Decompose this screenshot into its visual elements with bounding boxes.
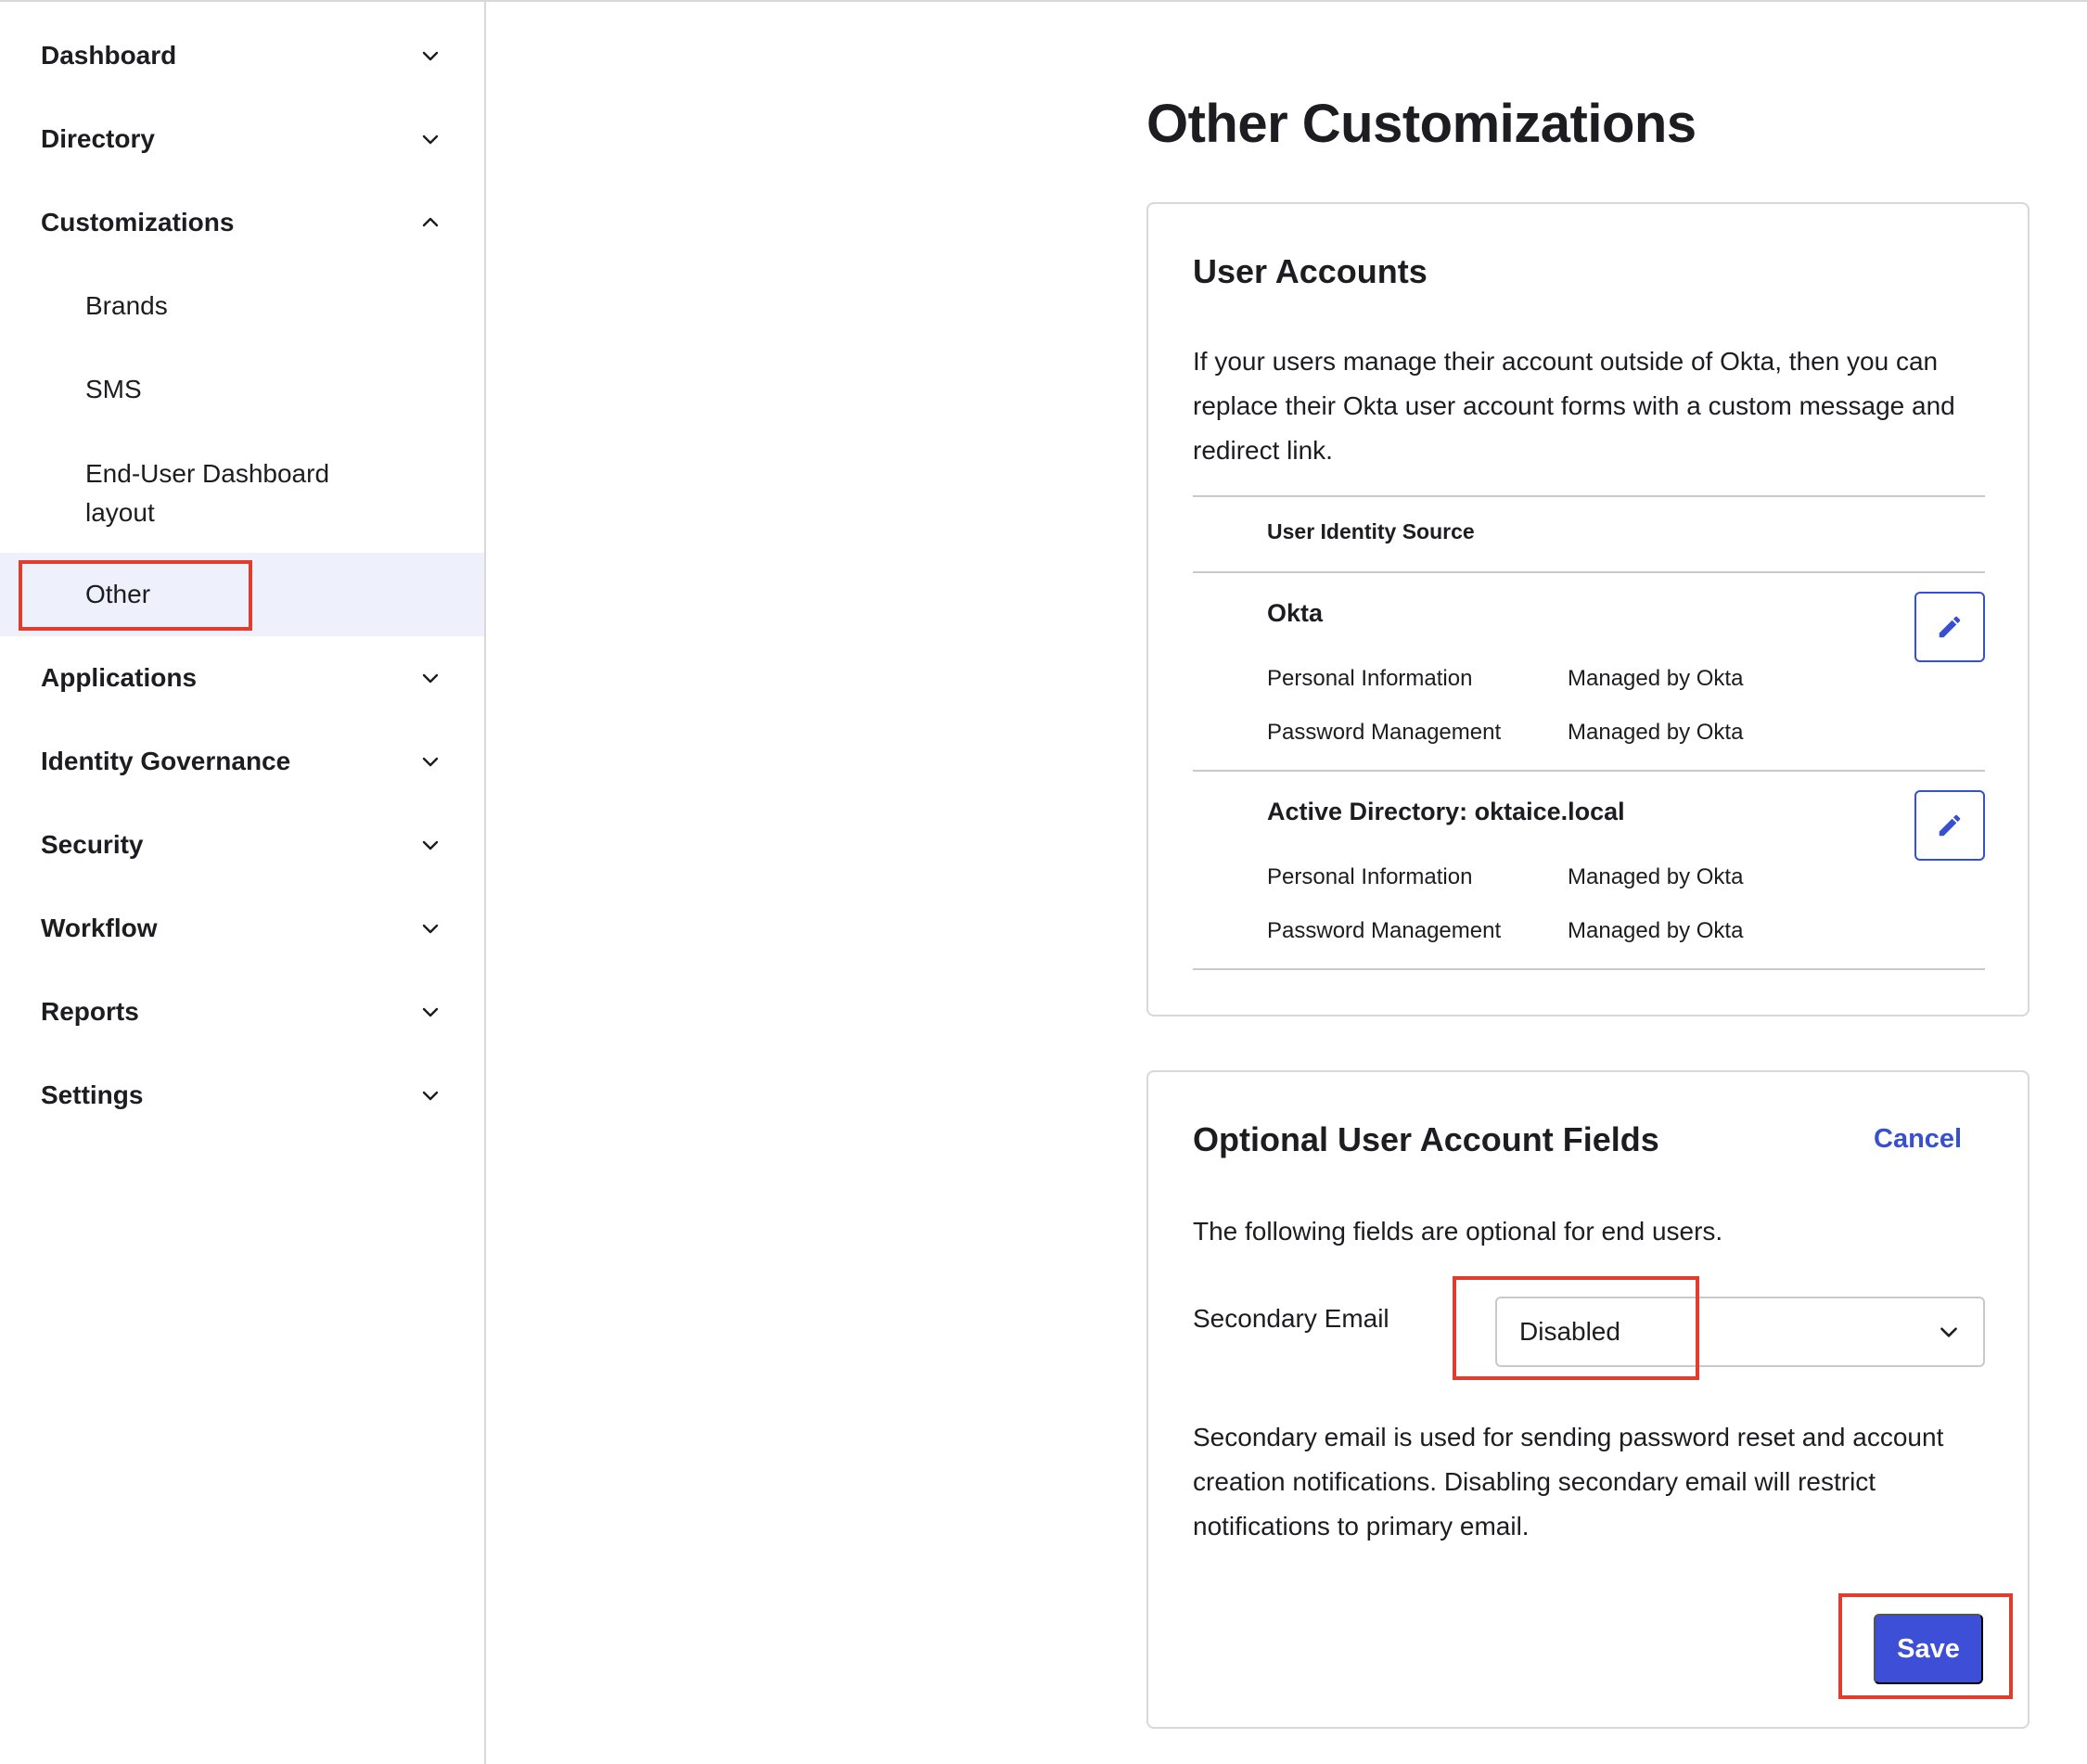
chevron-down-icon: [417, 748, 443, 774]
chevron-up-icon: [417, 210, 443, 236]
sidebar-item-label: Workflow: [41, 914, 158, 942]
sidebar-subitem-label: Other: [85, 580, 151, 608]
sidebar-subitem-other[interactable]: Other: [0, 553, 484, 636]
row-key: Password Management: [1267, 720, 1502, 745]
cancel-button[interactable]: Cancel: [1874, 1124, 1962, 1155]
sidebar-item-label: Dashboard: [41, 41, 177, 70]
sidebar-subitem-sms[interactable]: SMS: [0, 348, 484, 431]
row-key: Personal Information: [1267, 666, 1473, 691]
secondary-email-select[interactable]: Disabled: [1495, 1297, 1985, 1367]
optional-fields-card: Optional User Account Fields Cancel The …: [1146, 1070, 2029, 1729]
save-button[interactable]: Save: [1874, 1614, 1983, 1684]
row-value: Managed by Okta: [1568, 864, 1744, 889]
sidebar-item-workflow[interactable]: Workflow: [0, 887, 484, 970]
pencil-icon: [1939, 616, 1961, 638]
edit-okta-button[interactable]: [1914, 592, 1985, 662]
table-header: User Identity Source: [1267, 519, 1475, 543]
chevron-down-icon: [417, 915, 443, 941]
row-value: Managed by Okta: [1568, 918, 1744, 943]
sidebar: Dashboard Directory Customizations Brand…: [0, 2, 486, 1764]
secondary-email-label: Secondary Email: [1193, 1304, 1389, 1333]
page-title: Other Customizations: [1146, 94, 1696, 154]
sidebar-item-customizations[interactable]: Customizations: [0, 181, 484, 264]
chevron-down-icon: [417, 832, 443, 858]
identity-source-name: Active Directory: oktaice.local: [1267, 798, 1625, 825]
sidebar-subitem-label: SMS: [85, 375, 142, 403]
sidebar-item-label: Security: [41, 830, 144, 859]
help-text: Secondary email is used for sending pass…: [1193, 1423, 1944, 1540]
divider: [1193, 571, 1985, 573]
sidebar-item-label: Reports: [41, 997, 139, 1026]
sidebar-subitem-brands[interactable]: Brands: [0, 264, 484, 348]
pencil-icon: [1939, 814, 1961, 837]
sidebar-item-label: Applications: [41, 663, 198, 692]
edit-active-directory-button[interactable]: [1914, 790, 1985, 861]
chevron-down-icon: [1940, 1327, 1957, 1337]
identity-source-name: Okta: [1267, 599, 1324, 627]
sidebar-item-reports[interactable]: Reports: [0, 970, 484, 1054]
chevron-down-icon: [417, 126, 443, 152]
sidebar-item-label: Identity Governance: [41, 747, 291, 775]
row-value: Managed by Okta: [1568, 666, 1744, 691]
sidebar-item-label: Directory: [41, 124, 155, 153]
sidebar-item-label: Customizations: [41, 208, 235, 236]
divider: [1193, 968, 1985, 970]
divider: [1193, 495, 1985, 497]
row-key: Password Management: [1267, 918, 1502, 943]
card-title: Optional User Account Fields: [1193, 1120, 1659, 1158]
sidebar-item-directory[interactable]: Directory: [0, 97, 484, 181]
select-value: Disabled: [1519, 1317, 1620, 1346]
chevron-down-icon: [417, 1082, 443, 1108]
chevron-down-icon: [417, 999, 443, 1025]
sidebar-item-dashboard[interactable]: Dashboard: [0, 14, 484, 97]
chevron-down-icon: [417, 43, 443, 69]
sidebar-item-security[interactable]: Security: [0, 803, 484, 887]
sidebar-item-applications[interactable]: Applications: [0, 636, 484, 720]
card-title: User Accounts: [1193, 252, 1428, 290]
sidebar-subitem-end-user-dashboard-layout[interactable]: End-User Dashboard layout: [0, 438, 484, 549]
sidebar-subitem-label: End-User Dashboard layout: [85, 459, 330, 527]
sidebar-subitem-label: Brands: [85, 291, 168, 320]
card-description: If your users manage their account outsi…: [1193, 347, 1955, 465]
divider: [1193, 770, 1985, 772]
chevron-down-icon: [417, 665, 443, 691]
row-value: Managed by Okta: [1568, 720, 1744, 745]
card-description: The following fields are optional for en…: [1193, 1217, 1723, 1246]
row-key: Personal Information: [1267, 864, 1473, 889]
user-accounts-card: User Accounts If your users manage their…: [1146, 202, 2029, 1016]
sidebar-item-settings[interactable]: Settings: [0, 1054, 484, 1137]
sidebar-item-label: Settings: [41, 1080, 144, 1109]
sidebar-item-identity-governance[interactable]: Identity Governance: [0, 720, 484, 803]
